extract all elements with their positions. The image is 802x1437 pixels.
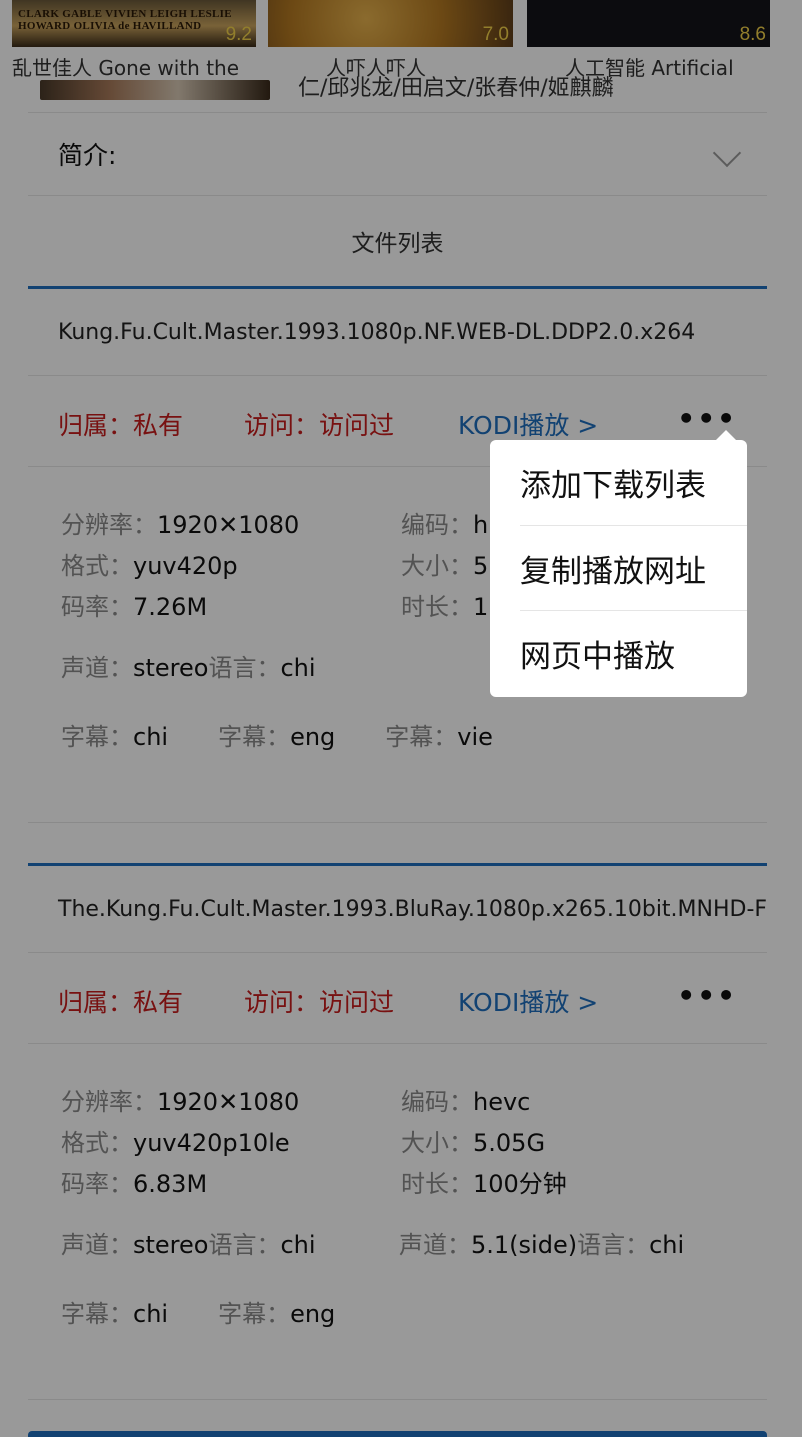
menu-copy-url[interactable]: 复制播放网址 xyxy=(520,525,747,610)
more-options-menu: 添加下载列表 复制播放网址 网页中播放 xyxy=(490,430,747,697)
modal-backdrop[interactable] xyxy=(0,0,802,1437)
menu-add-download[interactable]: 添加下载列表 xyxy=(490,440,747,525)
menu-play-in-web[interactable]: 网页中播放 xyxy=(520,610,747,695)
